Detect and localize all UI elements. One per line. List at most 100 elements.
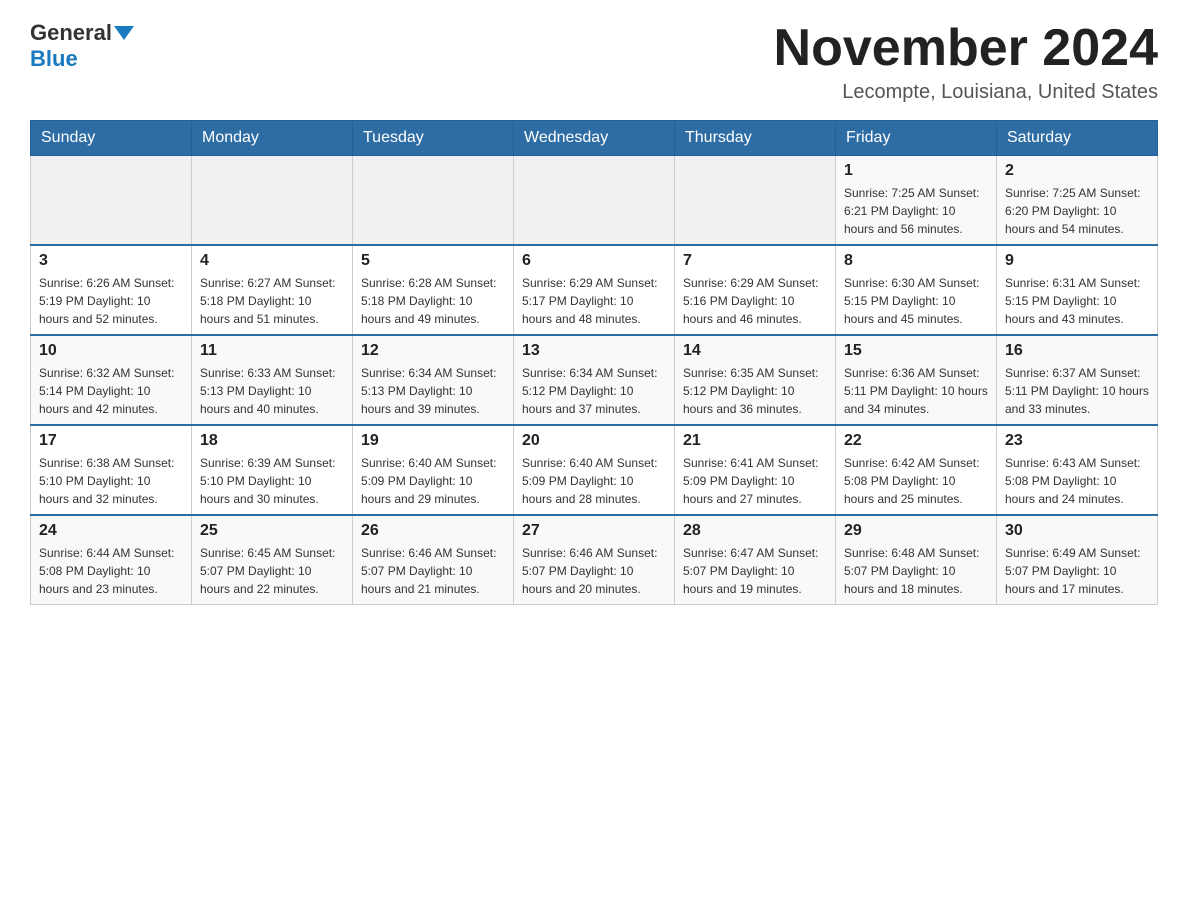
day-number: 10 — [39, 342, 183, 360]
col-thursday: Thursday — [675, 121, 836, 156]
day-number: 11 — [200, 342, 344, 360]
logo-triangle-icon — [114, 26, 134, 40]
title-block: November 2024 Lecompte, Louisiana, Unite… — [774, 20, 1158, 104]
logo: General Blue — [30, 20, 134, 72]
week-row-5: 24Sunrise: 6:44 AM Sunset: 5:08 PM Dayli… — [31, 515, 1158, 605]
day-info: Sunrise: 6:27 AM Sunset: 5:18 PM Dayligh… — [200, 274, 344, 328]
table-cell: 21 Sunrise: 6:41 AM Sunset: 5:09 PM Dayli… — [675, 425, 836, 515]
day-info: Sunrise: 6:33 AM Sunset: 5:13 PM Dayligh… — [200, 364, 344, 418]
day-info: Sunrise: 6:43 AM Sunset: 5:08 PM Dayligh… — [1005, 454, 1149, 508]
col-sunday: Sunday — [31, 121, 192, 156]
table-cell: 12 Sunrise: 6:34 AM Sunset: 5:13 PM Dayli… — [353, 335, 514, 425]
month-title: November 2024 — [774, 20, 1158, 77]
calendar-table: Sunday Monday Tuesday Wednesday Thursday… — [30, 120, 1158, 605]
table-cell: 18 Sunrise: 6:39 AM Sunset: 5:10 PM Dayli… — [192, 425, 353, 515]
table-cell: 14Sunrise: 6:35 AM Sunset: 5:12 PM Dayli… — [675, 335, 836, 425]
day-number: 2 — [1005, 162, 1149, 180]
day-number: 13 — [522, 342, 666, 360]
day-number: 20 — [522, 432, 666, 450]
day-info: Sunrise: 7:25 AM Sunset: 6:20 PM Dayligh… — [1005, 184, 1149, 238]
table-cell: 2 Sunrise: 7:25 AM Sunset: 6:20 PM Daylig… — [997, 156, 1158, 246]
day-info: Sunrise: 6:37 AM Sunset: 5:11 PM Dayligh… — [1005, 364, 1149, 418]
day-info: Sunrise: 6:40 AM Sunset: 5:09 PM Dayligh… — [361, 454, 505, 508]
day-info: Sunrise: 6:49 AM Sunset: 5:07 PM Dayligh… — [1005, 544, 1149, 598]
table-cell: 16 Sunrise: 6:37 AM Sunset: 5:11 PM Dayli… — [997, 335, 1158, 425]
header-row: Sunday Monday Tuesday Wednesday Thursday… — [31, 121, 1158, 156]
table-cell: 23 Sunrise: 6:43 AM Sunset: 5:08 PM Dayli… — [997, 425, 1158, 515]
day-info: Sunrise: 6:32 AM Sunset: 5:14 PM Dayligh… — [39, 364, 183, 418]
day-number: 30 — [1005, 522, 1149, 540]
table-cell: 1 Sunrise: 7:25 AM Sunset: 6:21 PM Daylig… — [836, 156, 997, 246]
week-row-3: 10 Sunrise: 6:32 AM Sunset: 5:14 PM Dayli… — [31, 335, 1158, 425]
day-info: Sunrise: 6:29 AM Sunset: 5:17 PM Dayligh… — [522, 274, 666, 328]
day-info: Sunrise: 6:48 AM Sunset: 5:07 PM Dayligh… — [844, 544, 988, 598]
table-cell: 5 Sunrise: 6:28 AM Sunset: 5:18 PM Daylig… — [353, 245, 514, 335]
day-info: Sunrise: 6:34 AM Sunset: 5:13 PM Dayligh… — [361, 364, 505, 418]
day-info: Sunrise: 6:44 AM Sunset: 5:08 PM Dayligh… — [39, 544, 183, 598]
day-number: 25 — [200, 522, 344, 540]
day-number: 26 — [361, 522, 505, 540]
day-info: Sunrise: 6:46 AM Sunset: 5:07 PM Dayligh… — [522, 544, 666, 598]
day-number: 22 — [844, 432, 988, 450]
day-number: 6 — [522, 252, 666, 270]
table-cell: 19 Sunrise: 6:40 AM Sunset: 5:09 PM Dayli… — [353, 425, 514, 515]
day-number: 5 — [361, 252, 505, 270]
logo-general-text: General — [30, 20, 112, 46]
day-info: Sunrise: 6:47 AM Sunset: 5:07 PM Dayligh… — [683, 544, 827, 598]
day-number: 15 — [844, 342, 988, 360]
day-info: Sunrise: 6:45 AM Sunset: 5:07 PM Dayligh… — [200, 544, 344, 598]
col-friday: Friday — [836, 121, 997, 156]
col-wednesday: Wednesday — [514, 121, 675, 156]
day-number: 28 — [683, 522, 827, 540]
table-cell: 13Sunrise: 6:34 AM Sunset: 5:12 PM Dayli… — [514, 335, 675, 425]
table-cell — [192, 156, 353, 246]
day-info: Sunrise: 6:31 AM Sunset: 5:15 PM Dayligh… — [1005, 274, 1149, 328]
table-cell: 22 Sunrise: 6:42 AM Sunset: 5:08 PM Dayli… — [836, 425, 997, 515]
day-info: Sunrise: 6:41 AM Sunset: 5:09 PM Dayligh… — [683, 454, 827, 508]
day-info: Sunrise: 6:38 AM Sunset: 5:10 PM Dayligh… — [39, 454, 183, 508]
table-cell: 10 Sunrise: 6:32 AM Sunset: 5:14 PM Dayli… — [31, 335, 192, 425]
table-cell: 6 Sunrise: 6:29 AM Sunset: 5:17 PM Daylig… — [514, 245, 675, 335]
day-info: Sunrise: 6:46 AM Sunset: 5:07 PM Dayligh… — [361, 544, 505, 598]
table-cell: 26 Sunrise: 6:46 AM Sunset: 5:07 PM Dayli… — [353, 515, 514, 605]
day-info: Sunrise: 6:29 AM Sunset: 5:16 PM Dayligh… — [683, 274, 827, 328]
week-row-4: 17 Sunrise: 6:38 AM Sunset: 5:10 PM Dayli… — [31, 425, 1158, 515]
day-number: 7 — [683, 252, 827, 270]
day-number: 23 — [1005, 432, 1149, 450]
table-cell: 9Sunrise: 6:31 AM Sunset: 5:15 PM Daylig… — [997, 245, 1158, 335]
table-cell: 25 Sunrise: 6:45 AM Sunset: 5:07 PM Dayli… — [192, 515, 353, 605]
table-cell — [353, 156, 514, 246]
week-row-1: 1 Sunrise: 7:25 AM Sunset: 6:21 PM Daylig… — [31, 156, 1158, 246]
table-cell: 4Sunrise: 6:27 AM Sunset: 5:18 PM Daylig… — [192, 245, 353, 335]
day-number: 12 — [361, 342, 505, 360]
day-number: 29 — [844, 522, 988, 540]
table-cell: 29 Sunrise: 6:48 AM Sunset: 5:07 PM Dayli… — [836, 515, 997, 605]
table-cell: 7 Sunrise: 6:29 AM Sunset: 5:16 PM Daylig… — [675, 245, 836, 335]
day-info: Sunrise: 6:28 AM Sunset: 5:18 PM Dayligh… — [361, 274, 505, 328]
table-cell: 28 Sunrise: 6:47 AM Sunset: 5:07 PM Dayli… — [675, 515, 836, 605]
table-cell — [675, 156, 836, 246]
day-number: 27 — [522, 522, 666, 540]
page-header: General Blue November 2024 Lecompte, Lou… — [30, 20, 1158, 104]
table-cell: 8Sunrise: 6:30 AM Sunset: 5:15 PM Daylig… — [836, 245, 997, 335]
day-info: Sunrise: 6:36 AM Sunset: 5:11 PM Dayligh… — [844, 364, 988, 418]
day-info: Sunrise: 6:26 AM Sunset: 5:19 PM Dayligh… — [39, 274, 183, 328]
table-cell: 27 Sunrise: 6:46 AM Sunset: 5:07 PM Dayli… — [514, 515, 675, 605]
col-tuesday: Tuesday — [353, 121, 514, 156]
day-info: Sunrise: 6:42 AM Sunset: 5:08 PM Dayligh… — [844, 454, 988, 508]
day-number: 16 — [1005, 342, 1149, 360]
logo-blue-text: Blue — [30, 46, 78, 72]
col-saturday: Saturday — [997, 121, 1158, 156]
day-number: 19 — [361, 432, 505, 450]
table-cell — [31, 156, 192, 246]
day-info: Sunrise: 6:35 AM Sunset: 5:12 PM Dayligh… — [683, 364, 827, 418]
day-info: Sunrise: 6:39 AM Sunset: 5:10 PM Dayligh… — [200, 454, 344, 508]
day-number: 21 — [683, 432, 827, 450]
day-number: 18 — [200, 432, 344, 450]
week-row-2: 3Sunrise: 6:26 AM Sunset: 5:19 PM Daylig… — [31, 245, 1158, 335]
day-number: 17 — [39, 432, 183, 450]
location-text: Lecompte, Louisiana, United States — [774, 81, 1158, 104]
day-info: Sunrise: 7:25 AM Sunset: 6:21 PM Dayligh… — [844, 184, 988, 238]
table-cell — [514, 156, 675, 246]
day-number: 1 — [844, 162, 988, 180]
